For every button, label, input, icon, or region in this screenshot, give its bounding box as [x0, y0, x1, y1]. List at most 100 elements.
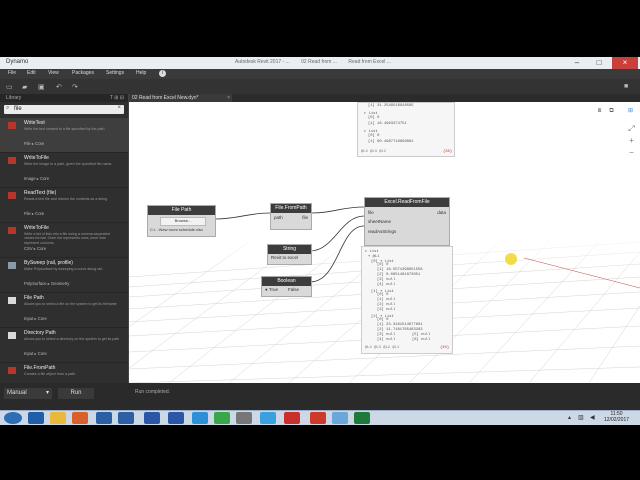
mouse-cursor-highlight	[505, 253, 517, 265]
watch-row: [1] 18.5574398651558	[377, 268, 423, 272]
menu-view[interactable]: View	[48, 70, 59, 76]
image-write-icon	[8, 157, 16, 164]
redo-icon[interactable]: ↷	[72, 83, 78, 91]
library-title: Library	[6, 95, 22, 101]
search-input[interactable]: file	[14, 106, 22, 112]
zoom-in-icon[interactable]: +	[627, 136, 636, 145]
input-port-path[interactable]: path	[274, 215, 283, 220]
input-port-file[interactable]: file	[368, 210, 374, 215]
watch-levels: @L4 @L3 @L2	[361, 150, 387, 154]
excel-icon[interactable]	[354, 412, 370, 424]
node-boolean[interactable]: Boolean ● True False	[261, 276, 312, 297]
internet-explorer-icon[interactable]	[192, 412, 208, 424]
output-port-file[interactable]: file	[302, 215, 308, 220]
result-item[interactable]: WriteToFile Write the image to a path, g…	[0, 153, 128, 188]
result-desc: Allows you to select a file on the syste…	[24, 302, 117, 306]
result-name: WriteText	[24, 120, 45, 126]
maximize-button[interactable]: □	[588, 57, 610, 69]
new-file-icon[interactable]: ▭	[6, 83, 13, 91]
input-port-sheetname[interactable]: sheetName	[368, 219, 391, 224]
windows-taskbar: ▴ ▥ ◀ 11:50 12/02/2017	[0, 410, 640, 425]
node-file-path[interactable]: File Path Browse... C:\...\New room sche…	[147, 205, 216, 237]
result-item[interactable]: WriteToFile Write a list of lists into a…	[0, 223, 128, 258]
input-port-readasstrings[interactable]: readAsStrings	[368, 229, 396, 234]
window-title: Dynamo	[6, 59, 29, 65]
tray-arrow-icon[interactable]: ▴	[568, 414, 571, 421]
menu-help[interactable]: Help	[136, 70, 146, 76]
result-item[interactable]: BySweep (rail, profile) Make Polysurface…	[0, 258, 128, 293]
toolbar: ▭ ▰ ▣ ↶ ↷ ■	[0, 79, 640, 94]
node-excel-read-from-file[interactable]: Excel.ReadFromFile file sheetName readAs…	[364, 197, 450, 246]
watch-levels: @L4 @L3 @L2 @L1	[365, 346, 400, 350]
node-file-from-path[interactable]: File.FromPath path file	[270, 203, 312, 230]
library-view-controls[interactable]: T ⊞ ⊟	[110, 95, 124, 101]
minimize-button[interactable]: –	[566, 57, 588, 69]
sweep-icon	[8, 262, 16, 269]
menu-bar: File Edit View Packages Settings Help i	[0, 69, 640, 79]
revit-r-icon[interactable]	[144, 412, 160, 424]
menu-settings[interactable]: Settings	[106, 70, 124, 76]
revit-icon[interactable]	[96, 412, 112, 424]
result-item[interactable]: WriteText Write the text content to a fi…	[0, 118, 128, 153]
string-value-input[interactable]: Revit to excel	[271, 255, 298, 260]
graph-view-icon[interactable]: ⧉	[607, 107, 616, 115]
output-port-data[interactable]: data	[437, 210, 446, 215]
network-icon[interactable]: ▥	[578, 414, 584, 421]
chrome-icon[interactable]	[214, 412, 230, 424]
start-button[interactable]	[4, 412, 22, 424]
close-button[interactable]: ×	[612, 57, 638, 69]
clear-search-icon[interactable]: ×	[117, 105, 121, 111]
system-clock[interactable]: 11:50 12/02/2017	[604, 411, 629, 423]
zoom-fit-icon[interactable]: ⊞	[626, 107, 635, 115]
skype-icon[interactable]	[260, 412, 276, 424]
file-path-icon	[8, 297, 16, 304]
run-button[interactable]: Run	[58, 388, 94, 399]
outlook-icon[interactable]	[28, 412, 44, 424]
execution-bar: Manual ▾ Run Run completed.	[0, 383, 640, 410]
result-category: Input ▸ Core	[24, 316, 47, 321]
watch-row: [1] 23.3181514677801	[377, 323, 423, 327]
camera-icon[interactable]: ■	[624, 83, 628, 90]
library-search[interactable]: ⌕ file ×	[4, 105, 124, 114]
tab-close-icon[interactable]: ×	[227, 95, 230, 101]
run-mode-select[interactable]: Manual ▾	[4, 388, 52, 399]
powerpoint-icon[interactable]	[310, 412, 326, 424]
watch-row: [0] 0	[377, 318, 389, 322]
library-header: Library T ⊞ ⊟	[0, 94, 128, 102]
app-icon[interactable]	[236, 412, 252, 424]
zoom-to-fit-icon[interactable]: ⤢	[627, 124, 636, 133]
result-item[interactable]: File Path Allows you to select a file on…	[0, 293, 128, 328]
graph-canvas[interactable]: ⧈ ⧉ ⊞ ⤢ + − [1] 31.2548516948585 ▸ List …	[129, 102, 640, 383]
menu-packages[interactable]: Packages	[72, 70, 94, 76]
menu-edit[interactable]: Edit	[27, 70, 36, 76]
revit-icon-3[interactable]	[168, 412, 184, 424]
csv-write-icon	[8, 227, 16, 234]
true-radio[interactable]: ● True	[265, 287, 278, 292]
result-desc: Reads a text file and returns the conten…	[24, 197, 109, 201]
acrobat-icon[interactable]	[284, 412, 300, 424]
result-desc: Write the image to a path, given the spe…	[24, 162, 113, 166]
open-folder-icon[interactable]: ▰	[22, 83, 27, 91]
workspace-tab[interactable]: 02 Read from Excel New.dyn* ×	[129, 94, 232, 102]
menu-file[interactable]: File	[8, 70, 16, 76]
result-item[interactable]: Directory Path Allows you to select a di…	[0, 328, 128, 363]
undo-icon[interactable]: ↶	[56, 83, 62, 91]
info-icon[interactable]: i	[159, 70, 166, 77]
save-icon[interactable]: ▣	[38, 83, 45, 91]
firefox-icon[interactable]	[72, 412, 88, 424]
dynamo-icon[interactable]	[332, 412, 348, 424]
result-name: WriteToFile	[24, 225, 49, 231]
file-explorer-icon[interactable]	[50, 412, 66, 424]
false-radio[interactable]: False	[288, 287, 299, 292]
view-3d-icon[interactable]: ⧈	[595, 107, 604, 115]
result-item[interactable]: ReadText (file) Reads a text file and re…	[0, 188, 128, 223]
zoom-out-icon[interactable]: −	[627, 148, 636, 157]
revit-icon-2[interactable]	[118, 412, 134, 424]
clock-date: 12/02/2017	[604, 417, 630, 423]
volume-icon[interactable]: ◀	[590, 414, 595, 421]
browse-button[interactable]: Browse...	[160, 217, 206, 226]
node-string[interactable]: String Revit to excel	[267, 244, 312, 265]
doc-write-icon	[8, 122, 16, 129]
watch-row: [0] 0	[368, 134, 380, 138]
result-category: PolySurface ▸ Geometry	[24, 281, 70, 286]
